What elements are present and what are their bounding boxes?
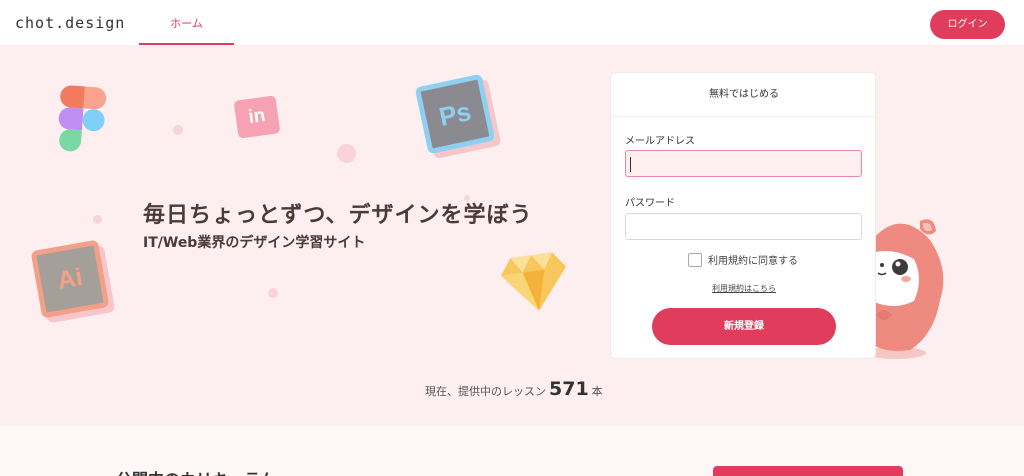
terms-checkbox-label[interactable]: 利用規約に同意する xyxy=(708,252,798,267)
header: chot.design ホーム ログイン xyxy=(0,0,1024,45)
decor-dot xyxy=(173,125,183,135)
curriculum-section: 公開中のカリキュラム xyxy=(0,426,1024,476)
section-button[interactable] xyxy=(713,466,903,476)
sketch-icon xyxy=(500,252,567,311)
decor-dot xyxy=(337,144,356,163)
decor-dot xyxy=(268,288,278,298)
signup-card-title: 無料ではじめる xyxy=(611,73,877,117)
text-caret xyxy=(630,157,631,172)
section-title: 公開中のカリキュラム xyxy=(116,466,276,476)
terms-link-row: 利用規約はこちら xyxy=(611,283,877,294)
password-input[interactable] xyxy=(625,213,862,240)
logo[interactable]: chot.design xyxy=(15,14,125,32)
signup-card: 無料ではじめる メールアドレス パスワード 利用規約に同意する 利用規約はこちら… xyxy=(610,72,877,359)
invision-icon: in xyxy=(233,95,281,139)
figma-icon xyxy=(58,85,107,152)
terms-link[interactable]: 利用規約はこちら xyxy=(712,284,776,293)
login-button[interactable]: ログイン xyxy=(930,10,1005,39)
lesson-count-suffix: 本 xyxy=(591,385,603,398)
email-label: メールアドレス xyxy=(625,136,695,147)
hero-headline: 毎日ちょっとずつ、デザインを学ぼう xyxy=(143,203,533,228)
email-input[interactable] xyxy=(625,150,862,177)
photoshop-icon: Ps xyxy=(414,73,496,155)
illustrator-icon: Ai xyxy=(30,239,110,319)
nav-tab-home[interactable]: ホーム xyxy=(139,0,234,45)
hero-subline: IT/Web業界のデザイン学習サイト xyxy=(143,235,366,251)
signup-button[interactable]: 新規登録 xyxy=(652,308,836,345)
terms-checkbox[interactable] xyxy=(688,252,702,267)
lesson-count-prefix: 現在、提供中のレッスン xyxy=(425,385,546,398)
decor-dot xyxy=(93,215,102,224)
password-label: パスワード xyxy=(625,198,675,209)
lesson-count-number: 571 xyxy=(549,378,589,400)
terms-agree-row[interactable]: 利用規約に同意する xyxy=(688,252,798,267)
lesson-count: 現在、提供中のレッスン 571 本 xyxy=(425,378,603,400)
